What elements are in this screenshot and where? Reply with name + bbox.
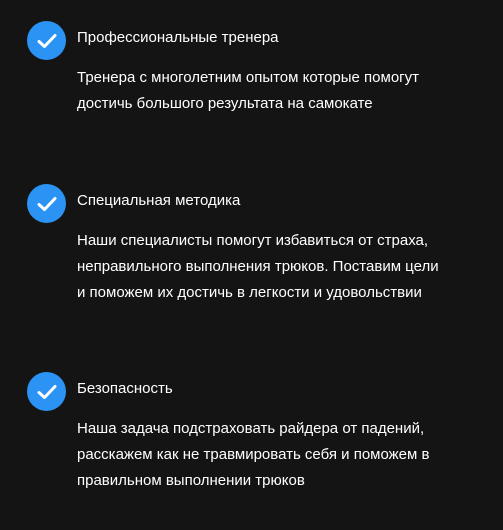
feature-description-line: неправильного выполнения трюков. Постави… xyxy=(77,258,439,275)
check-circle-icon xyxy=(27,372,66,411)
feature-title: Профессиональные тренера xyxy=(77,29,279,46)
check-circle-icon xyxy=(27,21,66,60)
check-circle-icon xyxy=(27,184,66,223)
feature-description: Наши специалисты помогут избавиться от с… xyxy=(77,228,477,306)
feature-description-line: и поможем их достичь в легкости и удовол… xyxy=(77,284,422,301)
feature-title: Специальная методика xyxy=(77,192,241,209)
feature-description-line: Наши специалисты помогут избавиться от с… xyxy=(77,232,429,249)
feature-description-line: достичь большого результата на самокате xyxy=(77,95,373,112)
feature-description-line: расскажем как не травмировать себя и пом… xyxy=(77,446,430,463)
feature-description-line: Тренера с многолетним опытом которые пом… xyxy=(77,69,420,86)
feature-description: Тренера с многолетним опытом которые пом… xyxy=(77,65,477,117)
feature-description-line: Наша задача подстраховать райдера от пад… xyxy=(77,420,425,437)
feature-description-line: правильном выполнении трюков xyxy=(77,472,305,489)
feature-title: Безопасность xyxy=(77,380,173,397)
feature-description: Наша задача подстраховать райдера от пад… xyxy=(77,416,477,494)
